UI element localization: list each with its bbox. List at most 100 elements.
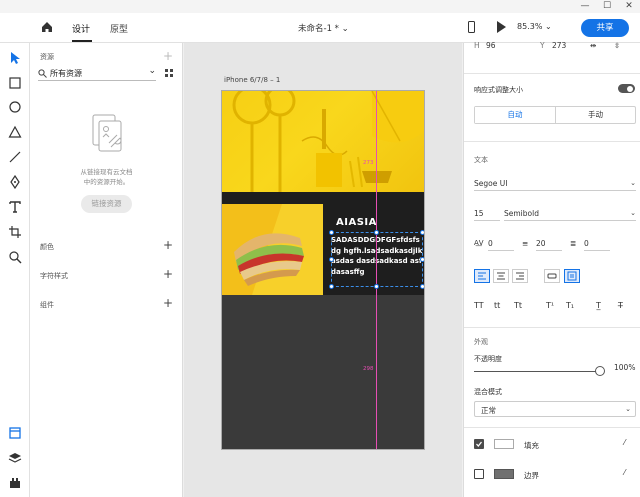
plugins-icon[interactable] (8, 476, 22, 490)
document-title-text: 未命名-1 * (298, 24, 339, 34)
align-right-button[interactable] (512, 269, 528, 283)
empty-state-line2: 中的资源开始。 (83, 178, 130, 186)
artboard-tool-icon[interactable] (8, 225, 22, 239)
add-component-icon[interactable]: + (163, 297, 173, 309)
resize-handle-tl[interactable] (329, 230, 334, 235)
blend-mode-dropdown[interactable]: 正常 ⌄ (474, 401, 636, 417)
lowercase-button[interactable]: tt (494, 301, 500, 310)
opacity-slider-knob[interactable] (595, 366, 605, 376)
resize-handle-tr[interactable] (420, 230, 424, 235)
design-canvas[interactable]: iPhone 6/7/8 – 1 AIASIA SADASDDGDFGFsfds… (184, 43, 462, 497)
fill-checkbox[interactable] (474, 439, 484, 449)
chevron-down-icon: ⌄ (625, 405, 631, 413)
eyedropper-icon[interactable]: ⁄ (624, 438, 625, 447)
char-spacing-field[interactable]: 0 (488, 237, 514, 251)
home-icon[interactable] (40, 20, 54, 34)
add-char-style-icon[interactable]: + (163, 268, 173, 280)
empty-state-message: 从链接现有云文档 中的资源开始。 (40, 167, 173, 187)
height-value[interactable]: 96 (486, 41, 496, 50)
maximize-button[interactable]: ☐ (596, 0, 618, 13)
font-family-dropdown[interactable]: Segoe UI ⌄ (474, 177, 636, 191)
responsive-resize-toggle[interactable] (618, 84, 635, 93)
paragraph-spacing-value: 0 (584, 239, 589, 248)
checkmark-icon (476, 441, 483, 448)
auto-mode-button[interactable]: 自动 (475, 107, 556, 123)
auto-width-icon (547, 273, 557, 279)
opacity-slider-track[interactable] (474, 371, 598, 372)
flip-vertical-icon[interactable]: ⇳ (614, 41, 620, 50)
section-divider (464, 327, 640, 328)
artboard-title[interactable]: iPhone 6/7/8 – 1 (224, 76, 280, 84)
resize-handle-bc[interactable] (374, 284, 379, 289)
text-tool-icon[interactable] (8, 200, 22, 214)
fixed-size-icon (567, 271, 577, 281)
artboard[interactable]: AIASIA SADASDDGDFGFsfdsfsdg hgfh.lsadsad… (222, 91, 424, 449)
sandwich-image[interactable] (222, 204, 323, 295)
titlecase-button[interactable]: Tt (514, 301, 522, 310)
zoom-tool-icon[interactable] (8, 250, 22, 264)
subscript-button[interactable]: T₁ (566, 301, 574, 310)
zoom-level[interactable]: 85.3% ⌄ (517, 22, 552, 31)
device-preview-icon[interactable] (468, 21, 475, 33)
pen-tool-icon[interactable] (8, 175, 22, 189)
text-section-title: 文本 (474, 156, 488, 164)
border-color-swatch[interactable] (494, 469, 514, 479)
search-icon (38, 69, 47, 78)
uppercase-button[interactable]: TT (474, 301, 484, 310)
tab-design[interactable]: 设计 (72, 22, 90, 35)
banner-image[interactable] (222, 91, 424, 192)
font-size-value: 15 (474, 209, 484, 218)
asset-filter-dropdown[interactable]: 所有资源 ⌄ (38, 65, 156, 81)
align-left-button[interactable] (474, 269, 490, 283)
assets-panel: 资源 + 所有资源 ⌄ 从链接现有云文档 中的资源开始。 链接资源 颜色 + 字… (30, 43, 183, 497)
line-spacing-value: 20 (536, 239, 546, 248)
selection-box[interactable] (331, 232, 423, 287)
manual-mode-button[interactable]: 手动 (556, 107, 635, 123)
card-title[interactable]: AIASIA (336, 217, 377, 228)
select-tool-icon[interactable] (8, 51, 22, 65)
share-button[interactable]: 共享 (581, 19, 629, 37)
play-icon[interactable] (497, 21, 506, 33)
resize-handle-bl[interactable] (329, 284, 334, 289)
link-assets-button[interactable]: 链接资源 (81, 195, 132, 213)
line-spacing-field[interactable]: 20 (536, 237, 562, 251)
strikethrough-button[interactable]: T̶ (618, 301, 623, 310)
flip-horizontal-icon[interactable]: ⇹ (590, 41, 596, 50)
assets-panel-icon[interactable] (8, 426, 22, 440)
superscript-button[interactable]: T¹ (546, 301, 554, 310)
paragraph-spacing-field[interactable]: 0 (584, 237, 610, 251)
layers-icon[interactable] (8, 451, 22, 465)
opacity-value[interactable]: 100% (614, 363, 635, 372)
align-left-icon (478, 272, 486, 280)
resize-handle-br[interactable] (420, 284, 424, 289)
underline-button[interactable]: T̲ (596, 301, 601, 310)
resize-handle-tc[interactable] (374, 230, 379, 235)
zoom-value: 85.3% (517, 22, 543, 31)
y-value[interactable]: 273 (552, 41, 566, 50)
grid-view-icon[interactable] (165, 69, 173, 77)
font-size-field[interactable]: 15 (474, 207, 500, 221)
tab-prototype[interactable]: 原型 (110, 22, 128, 35)
font-weight-dropdown[interactable]: Semibold ⌄ (504, 207, 636, 221)
line-tool-icon[interactable] (8, 150, 22, 164)
empty-library-icon (92, 114, 122, 152)
document-title[interactable]: 未命名-1 * ⌄ (298, 22, 349, 34)
rectangle-tool-icon[interactable] (8, 76, 22, 90)
auto-width-button[interactable] (544, 269, 560, 283)
fixed-size-button[interactable] (564, 269, 580, 283)
triangle-tool-icon[interactable] (8, 125, 22, 139)
fill-color-swatch[interactable] (494, 439, 514, 449)
resize-handle-mr[interactable] (420, 257, 424, 262)
resize-handle-ml[interactable] (329, 257, 334, 262)
minimize-button[interactable]: — (574, 0, 596, 13)
add-asset-icon[interactable]: + (163, 50, 173, 62)
border-checkbox[interactable] (474, 469, 484, 479)
assets-title: 资源 (40, 53, 54, 61)
add-color-icon[interactable]: + (163, 239, 173, 251)
section-divider (464, 73, 640, 74)
align-center-button[interactable] (493, 269, 509, 283)
close-button[interactable]: ✕ (618, 0, 640, 13)
ellipse-tool-icon[interactable] (8, 100, 22, 114)
eyedropper-icon[interactable]: ⁄ (624, 468, 625, 477)
align-center-icon (497, 272, 505, 280)
